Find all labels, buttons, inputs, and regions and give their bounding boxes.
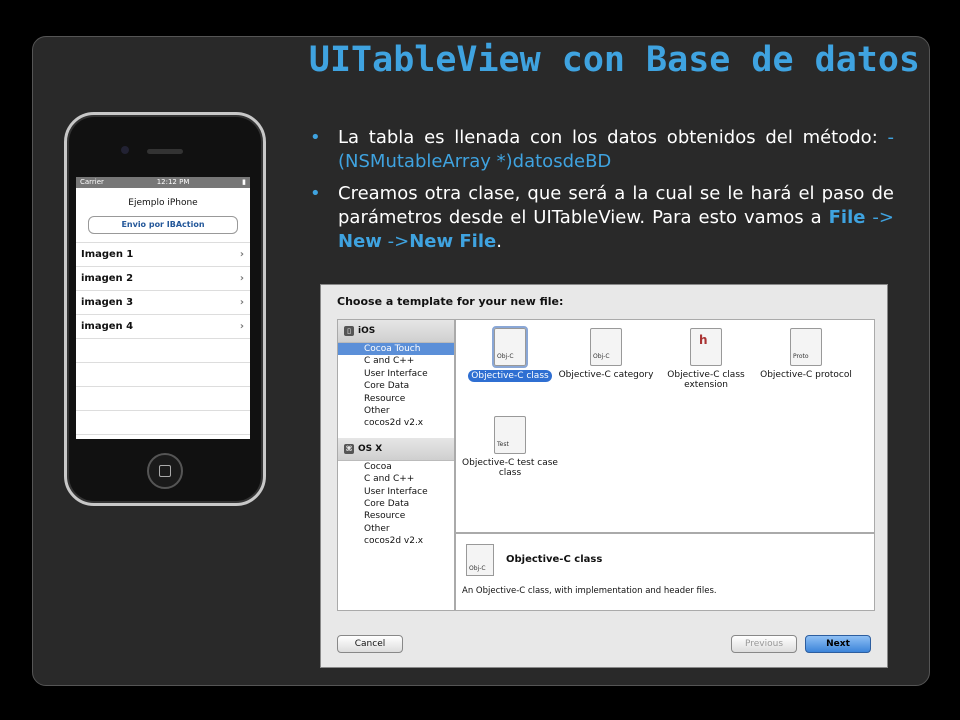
template-description: Obj-C Objective-C class An Objective-C c… (455, 533, 875, 611)
table-row-empty (76, 387, 250, 411)
slide-title: UITableView con Base de datos (308, 40, 920, 80)
bullet-text: La tabla es llenada con los datos obteni… (338, 127, 888, 148)
row-label: Imagen 1 (81, 249, 134, 260)
dialog-heading: Choose a template for your new file: (337, 295, 564, 308)
camera-icon (121, 146, 129, 154)
file-icon: Obj-C (466, 544, 494, 576)
template-label: Objective-C category (558, 370, 654, 380)
arrow: -> (865, 207, 894, 228)
description-title: Objective-C class (506, 554, 603, 565)
category-item[interactable]: Core Data (338, 498, 454, 510)
home-square-icon (159, 465, 171, 477)
test-file-icon: Test (494, 416, 526, 454)
menu-file: File (828, 207, 866, 228)
iphone-mockup: Carrier 12:12 PM ▮ Ejemplo iPhone Envio … (64, 112, 266, 506)
category-item[interactable]: cocos2d v2.x (338, 535, 454, 547)
bullet-end: . (496, 231, 502, 252)
bullet-item: • Creamos otra clase, que será a la cual… (310, 182, 894, 254)
bullet-icon: • (310, 183, 321, 204)
template-objc-class[interactable]: Obj-C Objective-C class (460, 326, 560, 382)
table-row-empty (76, 411, 250, 435)
table-row-empty (76, 363, 250, 387)
file-icon: Obj-C (590, 328, 622, 366)
section-osx: ⌘ OS X (338, 437, 454, 461)
category-item[interactable]: cocos2d v2.x (338, 417, 454, 429)
previous-button[interactable]: Previous (731, 635, 797, 653)
cancel-button[interactable]: Cancel (337, 635, 403, 653)
section-ios: ▯ iOS (338, 320, 454, 343)
carrier-label: Carrier (80, 178, 104, 186)
category-item[interactable]: User Interface (338, 368, 454, 380)
template-objc-extension[interactable]: h Objective-C class extension (656, 328, 756, 390)
app-title: Ejemplo iPhone (128, 198, 198, 208)
menu-new: New (338, 231, 382, 252)
home-button[interactable] (147, 453, 183, 489)
file-icon: Obj-C (492, 326, 528, 368)
bullet-text: Creamos otra clase, que será a la cual s… (338, 183, 894, 228)
template-objc-protocol[interactable]: Proto Objective-C protocol (756, 328, 856, 380)
new-file-dialog: Choose a template for your new file: ▯ iO… (320, 284, 888, 668)
template-grid: Obj-C Objective-C class Obj-C Objective-… (455, 319, 875, 533)
battery-icon: ▮ (242, 178, 246, 186)
ibaction-button[interactable]: Envio por IBAction (88, 216, 238, 234)
table-row[interactable]: Imagen 1 › (76, 243, 250, 267)
template-label: Objective-C class (468, 370, 552, 382)
header-file-icon: h (690, 328, 722, 366)
phone-screen: Carrier 12:12 PM ▮ Ejemplo iPhone Envio … (76, 177, 250, 439)
bullet-icon: • (310, 127, 321, 148)
category-item[interactable]: Cocoa Touch (338, 343, 454, 356)
time-label: 12:12 PM (156, 178, 190, 186)
row-label: imagen 4 (81, 321, 134, 332)
bullet-item: • La tabla es llenada con los datos obte… (310, 126, 894, 174)
table-row[interactable]: imagen 2 › (76, 267, 250, 291)
category-item[interactable]: Resource (338, 393, 454, 405)
category-item[interactable]: Core Data (338, 380, 454, 392)
chevron-right-icon: › (239, 249, 244, 260)
template-category-list: ▯ iOS Cocoa Touch C and C++ User Interfac… (337, 319, 455, 611)
template-label: Objective-C test case class (462, 458, 558, 478)
template-objc-category[interactable]: Obj-C Objective-C category (556, 328, 656, 380)
category-item[interactable]: Resource (338, 510, 454, 522)
category-item[interactable]: C and C++ (338, 473, 454, 485)
template-objc-test[interactable]: Test Objective-C test case class (460, 416, 560, 478)
category-item[interactable]: Cocoa (338, 461, 454, 473)
description-text: An Objective-C class, with implementatio… (462, 586, 717, 596)
speaker-icon (147, 149, 183, 154)
next-button[interactable]: Next (805, 635, 871, 653)
iphone-icon: ▯ (344, 326, 354, 336)
template-label: Objective-C protocol (760, 370, 852, 380)
table-row[interactable]: imagen 3 › (76, 291, 250, 315)
menu-new-file: New File (409, 231, 497, 252)
protocol-file-icon: Proto (790, 328, 822, 366)
table-row-empty (76, 339, 250, 363)
chevron-right-icon: › (239, 297, 244, 308)
chevron-right-icon: › (239, 321, 244, 332)
category-item[interactable]: Other (338, 405, 454, 417)
category-item[interactable]: C and C++ (338, 355, 454, 367)
row-label: imagen 2 (81, 273, 134, 284)
table-row[interactable]: imagen 4 › (76, 315, 250, 339)
row-label: imagen 3 (81, 297, 134, 308)
template-label: Objective-C class extension (667, 370, 745, 390)
category-item[interactable]: Other (338, 523, 454, 535)
bullet-list: • La tabla es llenada con los datos obte… (310, 126, 894, 262)
arrow: -> (381, 231, 410, 252)
chevron-right-icon: › (239, 273, 244, 284)
mac-icon: ⌘ (344, 443, 354, 454)
status-bar: Carrier 12:12 PM ▮ (76, 177, 250, 188)
category-item[interactable]: User Interface (338, 486, 454, 498)
table-view: Imagen 1 › imagen 2 › imagen 3 › imagen 4 › (76, 242, 250, 435)
